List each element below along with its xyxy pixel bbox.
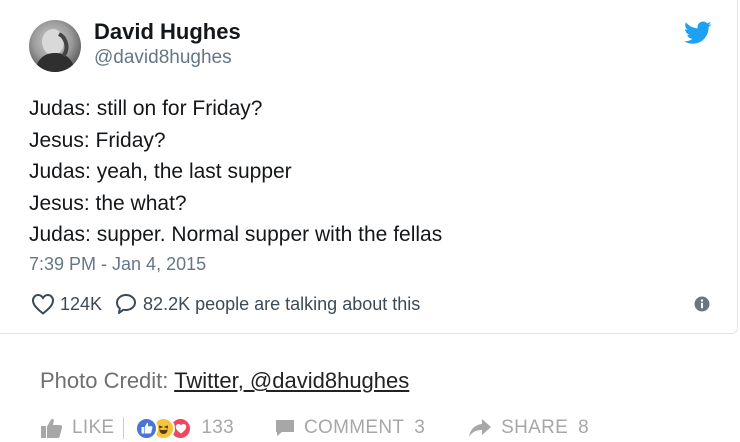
tweet-actions: 124K 82.2K people are talking about this: [31, 291, 420, 317]
comment-button[interactable]: COMMENT: [304, 417, 404, 439]
info-icon[interactable]: [694, 296, 710, 312]
facebook-action-bar: LIKE 133 COMMENT 3 SHARE 8: [40, 414, 589, 442]
photo-credit: Photo Credit: Twitter, @david8hughes: [40, 368, 409, 394]
thumbs-up-icon[interactable]: [40, 417, 64, 439]
reaction-count[interactable]: 133: [201, 417, 234, 439]
share-button[interactable]: SHARE: [501, 417, 568, 439]
tweet-line: Judas: still on for Friday?: [29, 97, 263, 120]
like-button[interactable]: LIKE: [72, 417, 114, 439]
tweet-timestamp[interactable]: 7:39 PM - Jan 4, 2015: [29, 254, 206, 275]
share-arrow-icon[interactable]: [467, 417, 493, 439]
tweet-line: Jesus: Friday?: [29, 128, 166, 152]
twitter-bird-icon[interactable]: [684, 21, 712, 45]
tweet-line: Jesus: the what?: [29, 191, 187, 215]
heart-outline-icon[interactable]: [31, 293, 55, 315]
divider: [123, 417, 125, 439]
speech-bubble-icon[interactable]: [114, 292, 138, 316]
tweet-line: Judas: supper. Normal supper with the fe…: [29, 223, 443, 246]
reactions-group[interactable]: [135, 416, 193, 440]
comment-icon[interactable]: [274, 417, 296, 439]
photo-credit-label: Photo Credit:: [40, 368, 169, 393]
author-name[interactable]: David Hughes: [94, 19, 241, 45]
avatar[interactable]: [29, 20, 81, 72]
photo-credit-link[interactable]: Twitter, @david8hughes: [174, 368, 409, 393]
like-reaction-icon: [135, 416, 159, 440]
tweet-text: Judas: still on for Friday? Jesus: Frida…: [29, 93, 442, 251]
tweet-line: Judas: yeah, the last supper: [29, 160, 292, 183]
tweet-card: David Hughes @david8hughes Judas: still …: [0, 0, 738, 334]
talking-about-text[interactable]: 82.2K people are talking about this: [143, 294, 420, 315]
likes-count[interactable]: 124K: [60, 294, 102, 315]
comment-count[interactable]: 3: [414, 417, 425, 439]
share-count[interactable]: 8: [578, 417, 589, 439]
author-handle[interactable]: @david8hughes: [94, 47, 232, 69]
